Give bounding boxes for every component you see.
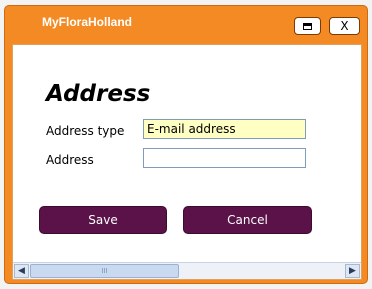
- save-button[interactable]: Save: [39, 206, 167, 234]
- close-icon: X: [340, 19, 349, 33]
- scroll-grip: III: [101, 267, 108, 275]
- dialog-window: MyFloraHolland X Address Address type Ad…: [4, 5, 368, 284]
- restore-button[interactable]: [294, 17, 321, 35]
- dialog-content: Address Address type Address Save Cancel…: [12, 44, 362, 280]
- horizontal-scrollbar[interactable]: ◀ III ▶: [13, 262, 361, 279]
- address-type-label: Address type: [46, 124, 125, 138]
- page-title: Address: [46, 81, 151, 107]
- scroll-left-button[interactable]: ◀: [14, 264, 29, 278]
- arrow-right-icon: ▶: [349, 266, 356, 276]
- cancel-button[interactable]: Cancel: [183, 206, 312, 234]
- close-button[interactable]: X: [329, 17, 360, 35]
- address-type-field[interactable]: [143, 119, 306, 139]
- scroll-right-button[interactable]: ▶: [345, 264, 360, 278]
- address-label: Address: [46, 153, 94, 167]
- window-title: MyFloraHolland: [42, 15, 133, 29]
- address-field[interactable]: [143, 148, 306, 168]
- scroll-thumb[interactable]: III: [30, 264, 179, 278]
- restore-icon: [303, 22, 312, 30]
- arrow-left-icon: ◀: [18, 266, 25, 276]
- title-bar[interactable]: MyFloraHolland X: [5, 6, 367, 46]
